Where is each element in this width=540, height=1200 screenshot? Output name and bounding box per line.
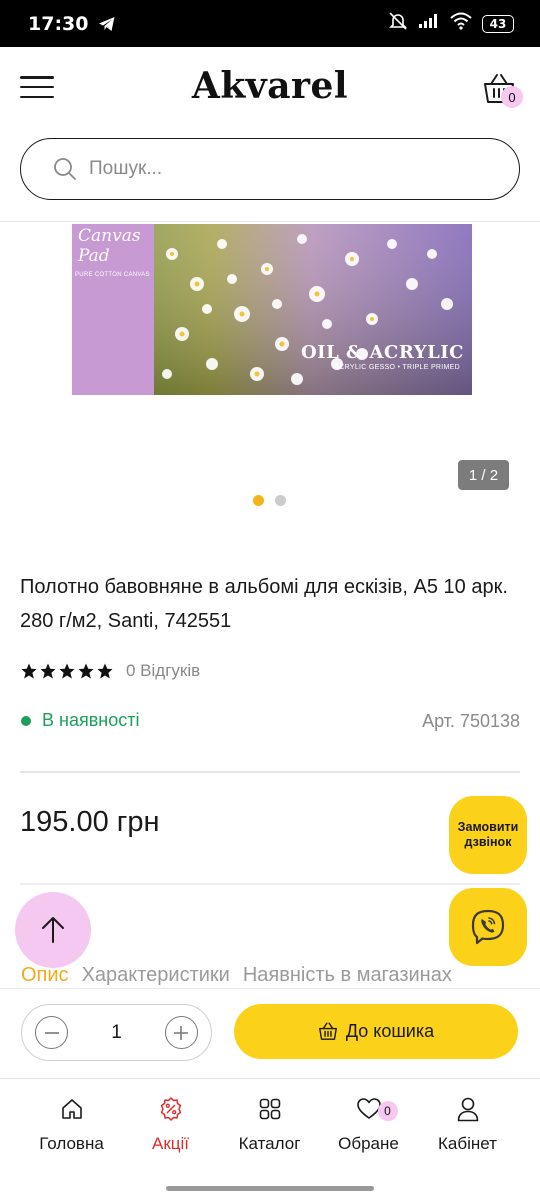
home-icon [60, 1095, 84, 1123]
star-icon [97, 663, 113, 679]
battery-indicator: 43 [482, 14, 514, 33]
logo[interactable]: Akvarel [0, 65, 540, 107]
nav-catalog-label: Каталог [238, 1134, 301, 1153]
callback-button[interactable]: Замовити дзвінок [449, 796, 527, 874]
add-to-cart-button[interactable]: До кошика [234, 1004, 518, 1059]
tab-store-availability[interactable]: Наявність в магазинах [243, 964, 452, 987]
basket-icon [318, 1022, 337, 1040]
plus-icon [174, 1025, 189, 1040]
quantity-value[interactable]: 1 [111, 1022, 122, 1044]
arrow-up-icon [42, 917, 64, 943]
cart-button[interactable]: 0 [482, 73, 523, 108]
nav-home-label: Головна [39, 1134, 104, 1153]
carousel-dots [253, 495, 286, 506]
minus-icon [44, 1031, 59, 1034]
oil-acrylic-subtitle: ACRYLIC GESSO • TRIPLE PRIMED [334, 364, 460, 371]
rating-stars [20, 662, 114, 680]
product-price: 195.00 грн [20, 806, 160, 838]
increase-quantity-button[interactable] [164, 1016, 198, 1049]
image-counter: 1 / 2 [458, 460, 509, 490]
cart-count-badge: 0 [501, 86, 523, 108]
tab-characteristics[interactable]: Характеристики [82, 964, 230, 987]
quantity-stepper: 1 [21, 1004, 212, 1061]
tab-description[interactable]: Опис [21, 964, 69, 987]
nav-account-label: Кабінет [438, 1134, 497, 1153]
viber-icon [471, 909, 505, 945]
nav-favorites-label: Обране [338, 1134, 399, 1153]
divider [20, 771, 520, 773]
bottom-navigation: Головна Акції Каталог 0 Обране Кабінет [0, 1079, 540, 1175]
scroll-to-top-button[interactable] [15, 892, 91, 968]
tabs-divider [0, 988, 540, 989]
reviews-link[interactable]: 0 Відгуків [126, 661, 200, 681]
wifi-icon [450, 12, 472, 35]
oil-acrylic-title: OIL & ACRYLIC [301, 342, 464, 363]
search-icon [54, 158, 76, 180]
product-rating[interactable]: 0 Відгуків [20, 661, 200, 681]
in-stock-dot [21, 715, 31, 726]
divider [20, 883, 520, 885]
screen: 17:30 43 Akvarel 0 Пошук... Canvas Pad P… [0, 0, 540, 1200]
nav-sale[interactable]: Акції [121, 1079, 220, 1175]
header-divider [0, 221, 540, 222]
availability-text: В наявності [42, 710, 140, 730]
signal-icon [418, 13, 440, 34]
mute-icon [388, 11, 408, 36]
product-sku: Арт. 750138 [422, 711, 520, 731]
carousel-dot-2[interactable] [275, 495, 286, 506]
discount-icon [158, 1095, 184, 1123]
status-bar: 17:30 43 [0, 0, 540, 47]
pad-subtitle: PURE COTTON CANVAS [75, 272, 150, 278]
availability-status: В наявності [21, 710, 139, 731]
star-icon [40, 663, 56, 679]
header: Akvarel 0 [0, 47, 540, 129]
star-icon [78, 663, 94, 679]
grid-icon [258, 1095, 282, 1123]
nav-catalog[interactable]: Каталог [220, 1079, 319, 1175]
add-to-cart-label: До кошика [345, 1021, 435, 1041]
product-image[interactable]: Canvas Pad PURE COTTON CANVAS OIL & ACRY… [72, 224, 472, 395]
pad-title: Canvas Pad [78, 226, 141, 266]
telegram-icon [98, 16, 116, 32]
heart-icon: 0 [356, 1095, 398, 1123]
status-time: 17:30 [28, 12, 89, 35]
search-bar[interactable] [20, 138, 520, 200]
home-indicator[interactable] [166, 1186, 374, 1191]
nav-sale-label: Акції [151, 1134, 189, 1153]
user-icon [456, 1095, 480, 1123]
nav-home[interactable]: Головна [22, 1079, 121, 1175]
star-icon [59, 663, 75, 679]
nav-favorites[interactable]: 0 Обране [319, 1079, 418, 1175]
favorites-count-badge: 0 [377, 1101, 398, 1121]
canvas-pad-label: Canvas Pad PURE COTTON CANVAS [72, 224, 154, 395]
viber-button[interactable] [449, 888, 527, 966]
status-icons: 43 [388, 11, 514, 36]
carousel-dot-1[interactable] [253, 495, 264, 506]
search-input[interactable] [89, 158, 469, 180]
product-tabs: Опис Характеристики Наявність в магазина… [21, 964, 521, 987]
nav-account[interactable]: Кабінет [418, 1079, 517, 1175]
product-title: Полотно бавовняне в альбомі для ескізів,… [20, 576, 508, 632]
decrease-quantity-button[interactable] [35, 1016, 68, 1049]
star-icon [21, 663, 37, 679]
